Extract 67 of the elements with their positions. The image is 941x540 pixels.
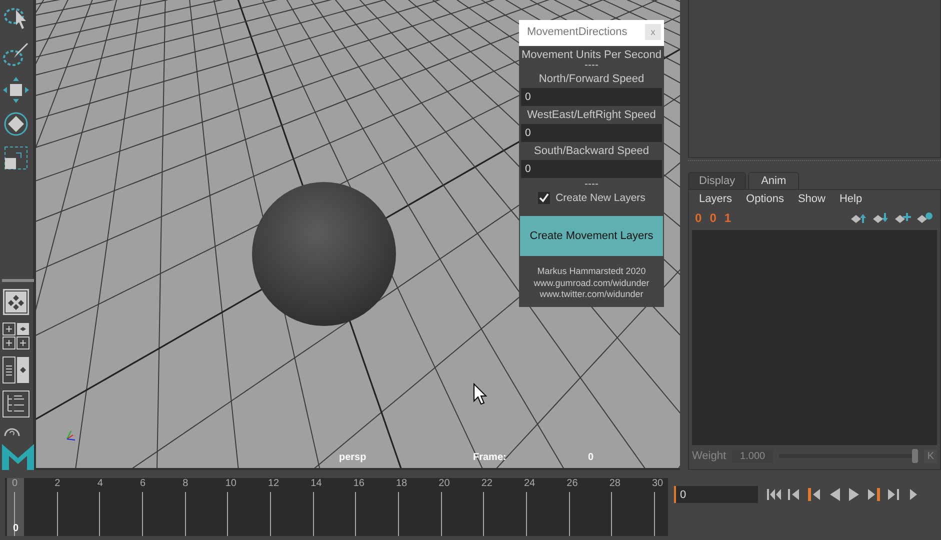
weight-label: Weight	[692, 450, 726, 462]
frame-tick-label: 16	[353, 478, 364, 489]
move-layer-down-icon[interactable]	[872, 212, 890, 224]
frame-tick-label: 4	[97, 478, 103, 489]
field-label: WestEast/LeftRight Speed	[527, 109, 656, 121]
frame-tick-label: 24	[524, 478, 536, 489]
speed-input-field[interactable]: 0	[521, 88, 662, 106]
add-selected-layer-icon[interactable]	[916, 212, 934, 224]
frame-tick-label: 14	[310, 478, 322, 489]
checkbox[interactable]	[538, 192, 550, 204]
step-forward-key-button[interactable]	[885, 486, 902, 503]
step-back-key-button[interactable]	[785, 486, 802, 503]
camera-name: persp	[339, 452, 366, 463]
mouse-pointer-icon	[473, 383, 487, 405]
create-layers-button[interactable]: Create Movement Layers	[520, 216, 663, 256]
move-layer-up-icon[interactable]	[850, 212, 868, 224]
four-view-icon[interactable]	[2, 322, 30, 350]
frame-tick-label: 10	[225, 478, 236, 489]
time-slider[interactable]: 0 2 4 6 8 10 12 14 16 18 20 22 24 26 28 30 0	[5, 478, 668, 536]
step-back-key-icon	[785, 486, 802, 503]
next-key-icon	[865, 486, 882, 503]
current-frame-field[interactable]: 0	[674, 486, 758, 503]
checkbox-label: Create New Layers	[556, 192, 646, 204]
frame-tick-label: 30	[652, 478, 664, 489]
frame-tick-label: 2	[54, 478, 60, 489]
menu-item[interactable]: Help	[839, 193, 862, 205]
scale-tool-icon[interactable]	[2, 144, 30, 172]
field-label: North/Forward Speed	[538, 73, 644, 85]
outliner-icon[interactable]	[2, 390, 30, 418]
frame-tick-label: 6	[140, 478, 146, 489]
current-frame-label: 0	[13, 523, 19, 534]
field-label: South/Backward Speed	[534, 145, 649, 157]
speed-input-field[interactable]: 0	[521, 124, 662, 142]
credits-text: Markus Hammarstedt 2020 www.gumroad.com/widunder www.twitter.com/widunder	[534, 266, 650, 300]
skip-to-start-icon	[765, 486, 782, 503]
current-frame-marker[interactable]	[7, 478, 24, 536]
speed-input-field[interactable]: 0	[521, 160, 662, 178]
two-view-icon[interactable]	[2, 356, 30, 384]
frame-tick-label: 28	[609, 478, 620, 489]
frame-tick-label: 26	[566, 478, 578, 489]
frame-tick-label: 20	[438, 478, 450, 489]
move-tool-icon[interactable]	[2, 76, 30, 104]
dialog-title: MovementDirections	[527, 26, 628, 38]
rotate-tool-icon[interactable]	[2, 110, 30, 138]
separator-text: ----	[584, 180, 598, 189]
skip-to-start-button[interactable]	[765, 486, 782, 503]
app-logo-icon	[2, 442, 34, 470]
frame-number: 0	[588, 452, 594, 463]
tab[interactable]: Anim	[748, 172, 800, 189]
add-layer-icon[interactable]	[894, 212, 912, 224]
frame-tick-label: 8	[182, 478, 188, 489]
menu-item[interactable]: Layers	[699, 193, 732, 205]
tab[interactable]: Display	[688, 172, 746, 189]
section-heading: Movement Units Per Second	[521, 49, 662, 61]
frame-tick-label: 18	[396, 478, 408, 489]
previous-key-button[interactable]	[805, 486, 822, 503]
separator-text: ----	[584, 61, 598, 70]
frame-tick-label: 0	[12, 478, 18, 489]
frame-tick-label: 22	[481, 478, 492, 489]
single-view-icon[interactable]	[2, 288, 30, 316]
slider-thumb[interactable]	[912, 449, 918, 463]
frame-tick-label: 12	[268, 478, 280, 489]
step-forward-key-icon	[885, 486, 902, 503]
previous-key-icon	[805, 486, 822, 503]
next-key-button[interactable]	[865, 486, 882, 503]
menu-item[interactable]: Options	[746, 193, 784, 205]
menu-item[interactable]: Show	[798, 193, 826, 205]
